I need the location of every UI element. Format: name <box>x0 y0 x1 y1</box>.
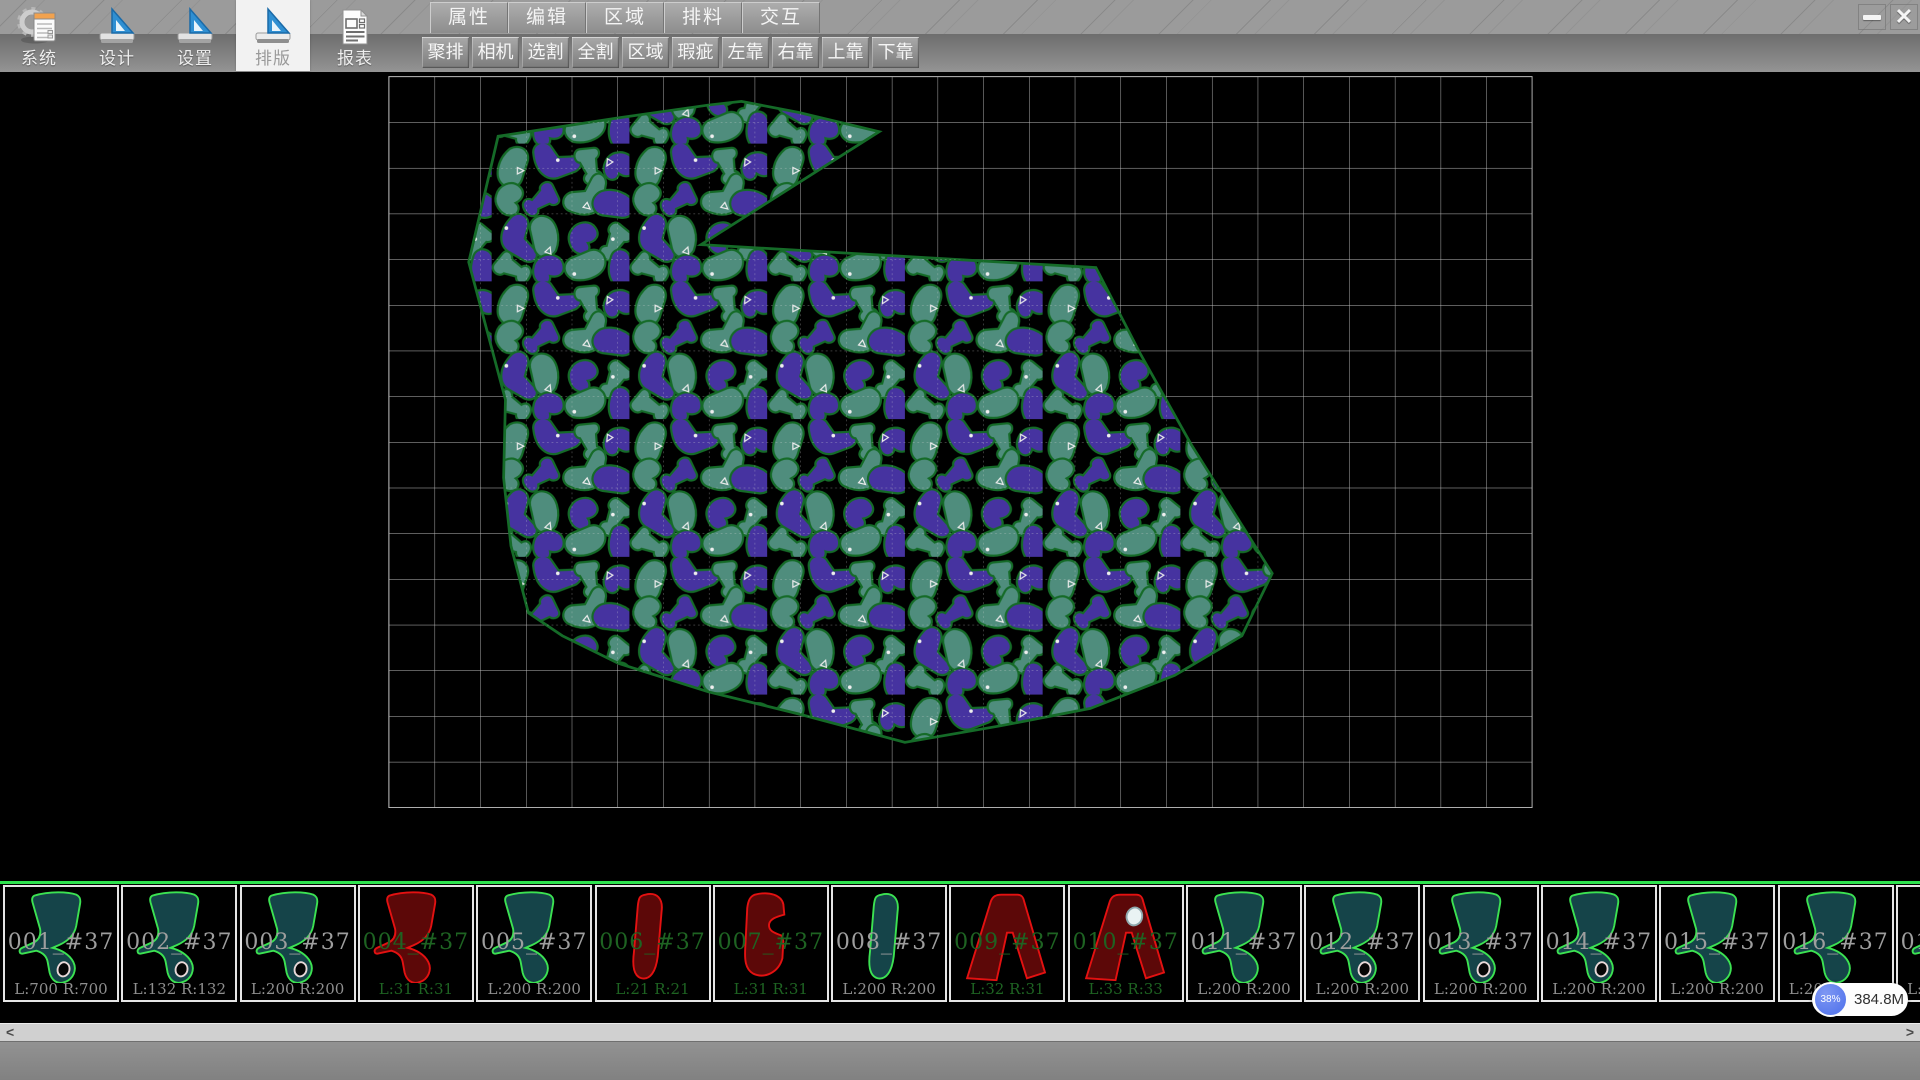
piece-thumbnail[interactable]: 015_#37 L:200 R:200 <box>1659 885 1775 1002</box>
close-button[interactable]: ✕ <box>1890 4 1918 30</box>
piece-thumbnail[interactable]: 005_#37 L:200 R:200 <box>476 885 592 1002</box>
piece-thumbnail[interactable]: 009_#37 L:32 R:31 <box>949 885 1065 1002</box>
system-button[interactable]: 系统 <box>2 0 76 71</box>
memory-value: 384.8M <box>1854 983 1904 1016</box>
piece-name: 006_#37 <box>597 930 709 955</box>
piece-lr-count: L:200 R:200 <box>242 980 354 998</box>
menu-tab[interactable]: 交互 <box>742 2 820 33</box>
action-button[interactable]: 全割 <box>572 37 619 68</box>
layout-button-active[interactable]: 排版 <box>236 0 310 71</box>
action-buttons: 聚排相机选割全割区域瑕疵左靠右靠上靠下靠 <box>422 37 919 68</box>
piece-lr-count: L:32 R:31 <box>951 980 1063 998</box>
piece-thumbnail[interactable]: 006_#37 L:21 R:21 <box>595 885 711 1002</box>
close-icon: ✕ <box>1895 6 1913 28</box>
piece-name: 014_#37 <box>1543 930 1655 955</box>
status-bar <box>0 1041 1920 1080</box>
piece-lr-count: L:200 R:200 <box>1188 980 1300 998</box>
minimize-button[interactable] <box>1858 4 1886 30</box>
settings-button-label: 设置 <box>177 50 213 69</box>
horizontal-scrollbar[interactable]: < > <box>0 1023 1920 1041</box>
piece-thumbnail[interactable]: 013_#37 L:200 R:200 <box>1423 885 1539 1002</box>
set-square-icon <box>173 5 217 49</box>
system-button-label: 系统 <box>21 50 57 69</box>
main-toolbar: 系统 设计 设置 排版 <box>0 0 1920 72</box>
piece-thumbnail[interactable]: 014_#37 L:200 R:200 <box>1541 885 1657 1002</box>
piece-lr-count: L:21 R:21 <box>597 980 709 998</box>
piece-lr-count: L:200 R:200 <box>1425 980 1537 998</box>
piece-lr-count: L:200 R:200 <box>833 980 945 998</box>
menu-tab[interactable]: 区域 <box>586 2 664 33</box>
piece-lr-count: L:132 R:132 <box>123 980 235 998</box>
piece-thumbnail[interactable]: 011_#37 L:200 R:200 <box>1186 885 1302 1002</box>
piece-thumbnail[interactable]: 007_#37 L:31 R:31 <box>713 885 829 1002</box>
piece-name: 004_#37 <box>360 930 472 955</box>
piece-name: 007_#37 <box>715 930 827 955</box>
action-button[interactable]: 区域 <box>622 37 669 68</box>
piece-name: 003_#37 <box>242 930 354 955</box>
set-square-icon <box>251 5 295 49</box>
piece-lr-count: L:200 R:200 <box>1661 980 1773 998</box>
progress-circle: 38% <box>1813 982 1848 1017</box>
menu-tabs: 属性编辑区域排料交互 <box>430 2 820 33</box>
piece-thumbnail[interactable]: 012_#37 L:200 R:200 <box>1304 885 1420 1002</box>
piece-name: 017_#37 <box>1898 930 1920 955</box>
action-button[interactable]: 左靠 <box>722 37 769 68</box>
action-button[interactable]: 聚排 <box>422 37 469 68</box>
action-button[interactable]: 选割 <box>522 37 569 68</box>
piece-name: 010_#37 <box>1070 930 1182 955</box>
scroll-left-arrow-icon[interactable]: < <box>6 1024 14 1041</box>
piece-name: 012_#37 <box>1306 930 1418 955</box>
action-button[interactable]: 右靠 <box>772 37 819 68</box>
action-button[interactable]: 上靠 <box>822 37 869 68</box>
piece-lr-count: L:700 R:700 <box>5 980 117 998</box>
menu-tab[interactable]: 排料 <box>664 2 742 33</box>
menu-tab[interactable]: 编辑 <box>508 2 586 33</box>
piece-lr-count: L:33 R:33 <box>1070 980 1182 998</box>
piece-thumbnail[interactable]: 008_#37 L:200 R:200 <box>831 885 947 1002</box>
layout-button-label: 排版 <box>255 50 291 69</box>
piece-thumbnail[interactable]: 004_#37 L:31 R:31 <box>358 885 474 1002</box>
action-button[interactable]: 下靠 <box>872 37 919 68</box>
piece-name: 008_#37 <box>833 930 945 955</box>
gear-notepad-icon <box>17 5 61 49</box>
nesting-canvas[interactable] <box>0 72 1920 881</box>
memory-badge[interactable]: 38% 384.8M <box>1812 983 1908 1016</box>
piece-name: 009_#37 <box>951 930 1063 955</box>
piece-thumbnail[interactable]: 002_#37 L:132 R:132 <box>121 885 237 1002</box>
report-button-label: 报表 <box>337 50 373 69</box>
piece-name: 001_#37 <box>5 930 117 955</box>
piece-lr-count: L:200 R:200 <box>1543 980 1655 998</box>
menu-tab[interactable]: 属性 <box>430 2 508 33</box>
design-button-label: 设计 <box>99 50 135 69</box>
canvas-svg <box>0 72 1920 881</box>
piece-lr-count: L:200 R:200 <box>1306 980 1418 998</box>
piece-lr-count: L:200 R:200 <box>478 980 590 998</box>
piece-thumbnail[interactable]: 001_#37 L:700 R:700 <box>3 885 119 1002</box>
piece-name: 002_#37 <box>123 930 235 955</box>
action-button[interactable]: 相机 <box>472 37 519 68</box>
piece-thumbnail[interactable]: 003_#37 L:200 R:200 <box>240 885 356 1002</box>
scroll-right-arrow-icon[interactable]: > <box>1906 1024 1914 1041</box>
piece-thumbnail[interactable]: 010_#37 L:33 R:33 <box>1068 885 1184 1002</box>
piece-name: 015_#37 <box>1661 930 1773 955</box>
piece-name: 013_#37 <box>1425 930 1537 955</box>
design-button[interactable]: 设计 <box>80 0 154 71</box>
piece-name: 016_#37 <box>1780 930 1892 955</box>
minimize-icon <box>1863 15 1881 20</box>
piece-name: 011_#37 <box>1188 930 1300 955</box>
pieces-strip: 001_#37 L:700 R:700 002_#37 L:132 R:132 003_… <box>0 884 1920 1023</box>
piece-name: 005_#37 <box>478 930 590 955</box>
set-square-icon <box>95 5 139 49</box>
piece-lr-count: L:31 R:31 <box>360 980 472 998</box>
report-button[interactable]: 报表 <box>318 0 392 71</box>
piece-lr-count: L:31 R:31 <box>715 980 827 998</box>
action-button[interactable]: 瑕疵 <box>672 37 719 68</box>
report-doc-icon <box>333 5 377 49</box>
nesting-app-window: { "window": { "minimize_glyph": "–", "cl… <box>0 0 1920 1080</box>
settings-button[interactable]: 设置 <box>158 0 232 71</box>
